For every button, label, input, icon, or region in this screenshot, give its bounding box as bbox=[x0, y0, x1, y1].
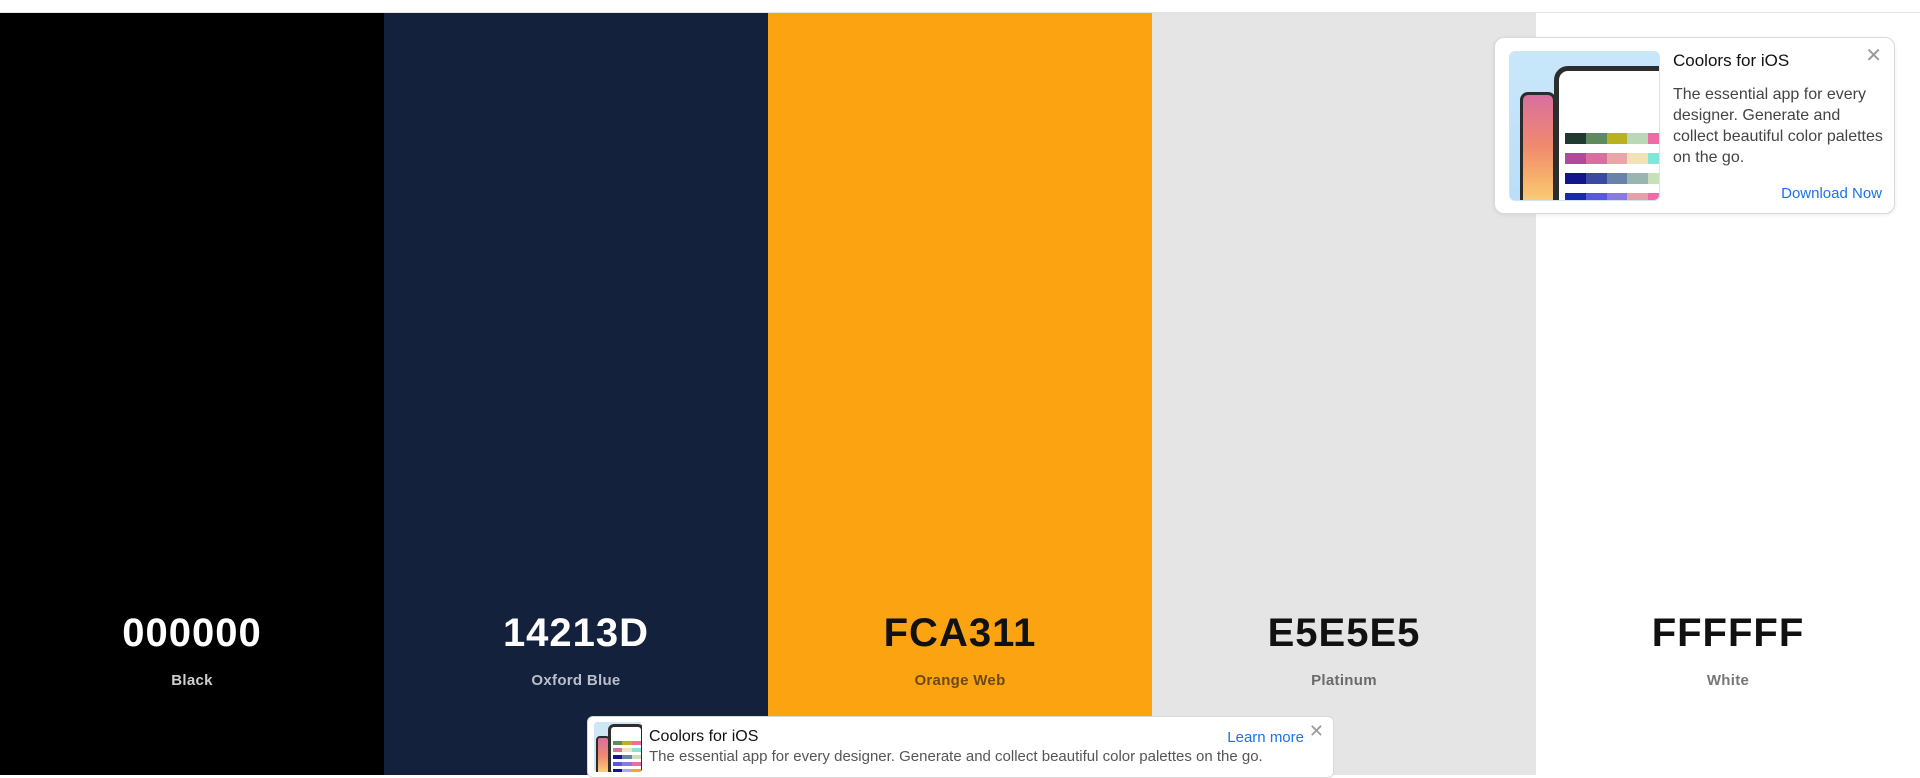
swatch-hex[interactable]: 000000 bbox=[0, 611, 384, 656]
close-icon[interactable]: ✕ bbox=[1865, 46, 1882, 66]
swatch-hex[interactable]: FFFFFF bbox=[1536, 611, 1920, 656]
swatch-name[interactable]: Black bbox=[0, 672, 384, 689]
download-now-link[interactable]: Download Now bbox=[1781, 185, 1882, 202]
ios-app-ad-banner[interactable]: Coolors for iOS The essential app for ev… bbox=[587, 716, 1334, 778]
ios-app-ad-card[interactable]: Coolors for iOS The essential app for ev… bbox=[1494, 37, 1895, 214]
phone-back-image bbox=[1520, 92, 1556, 200]
ad-description: The essential app for every designer. Ge… bbox=[1673, 86, 1883, 166]
learn-more-link[interactable]: Learn more bbox=[1227, 729, 1304, 746]
close-icon[interactable]: ✕ bbox=[1309, 721, 1324, 742]
swatch-black[interactable]: 000000 Black bbox=[0, 13, 384, 775]
phone-front-image bbox=[608, 724, 642, 772]
app-thumbnail-image[interactable] bbox=[594, 722, 642, 772]
swatch-orange-web[interactable]: FCA311 Orange Web bbox=[768, 13, 1152, 775]
swatch-platinum[interactable]: E5E5E5 Platinum bbox=[1152, 13, 1536, 775]
swatch-hex[interactable]: 14213D bbox=[384, 611, 768, 656]
swatch-hex[interactable]: E5E5E5 bbox=[1152, 611, 1536, 656]
swatch-name[interactable]: White bbox=[1536, 672, 1920, 689]
app-screenshot-image[interactable] bbox=[1509, 51, 1660, 201]
banner-title[interactable]: Coolors for iOS bbox=[649, 728, 758, 746]
banner-description: The essential app for every designer. Ge… bbox=[649, 748, 1263, 765]
ad-title[interactable]: Coolors for iOS bbox=[1673, 51, 1789, 71]
swatch-name[interactable]: Platinum bbox=[1152, 672, 1536, 689]
phone-front-image bbox=[1554, 66, 1659, 200]
swatch-hex[interactable]: FCA311 bbox=[768, 611, 1152, 656]
top-bar bbox=[0, 0, 1920, 13]
swatch-oxford-blue[interactable]: 14213D Oxford Blue bbox=[384, 13, 768, 775]
swatch-name[interactable]: Orange Web bbox=[768, 672, 1152, 689]
swatch-name[interactable]: Oxford Blue bbox=[384, 672, 768, 689]
